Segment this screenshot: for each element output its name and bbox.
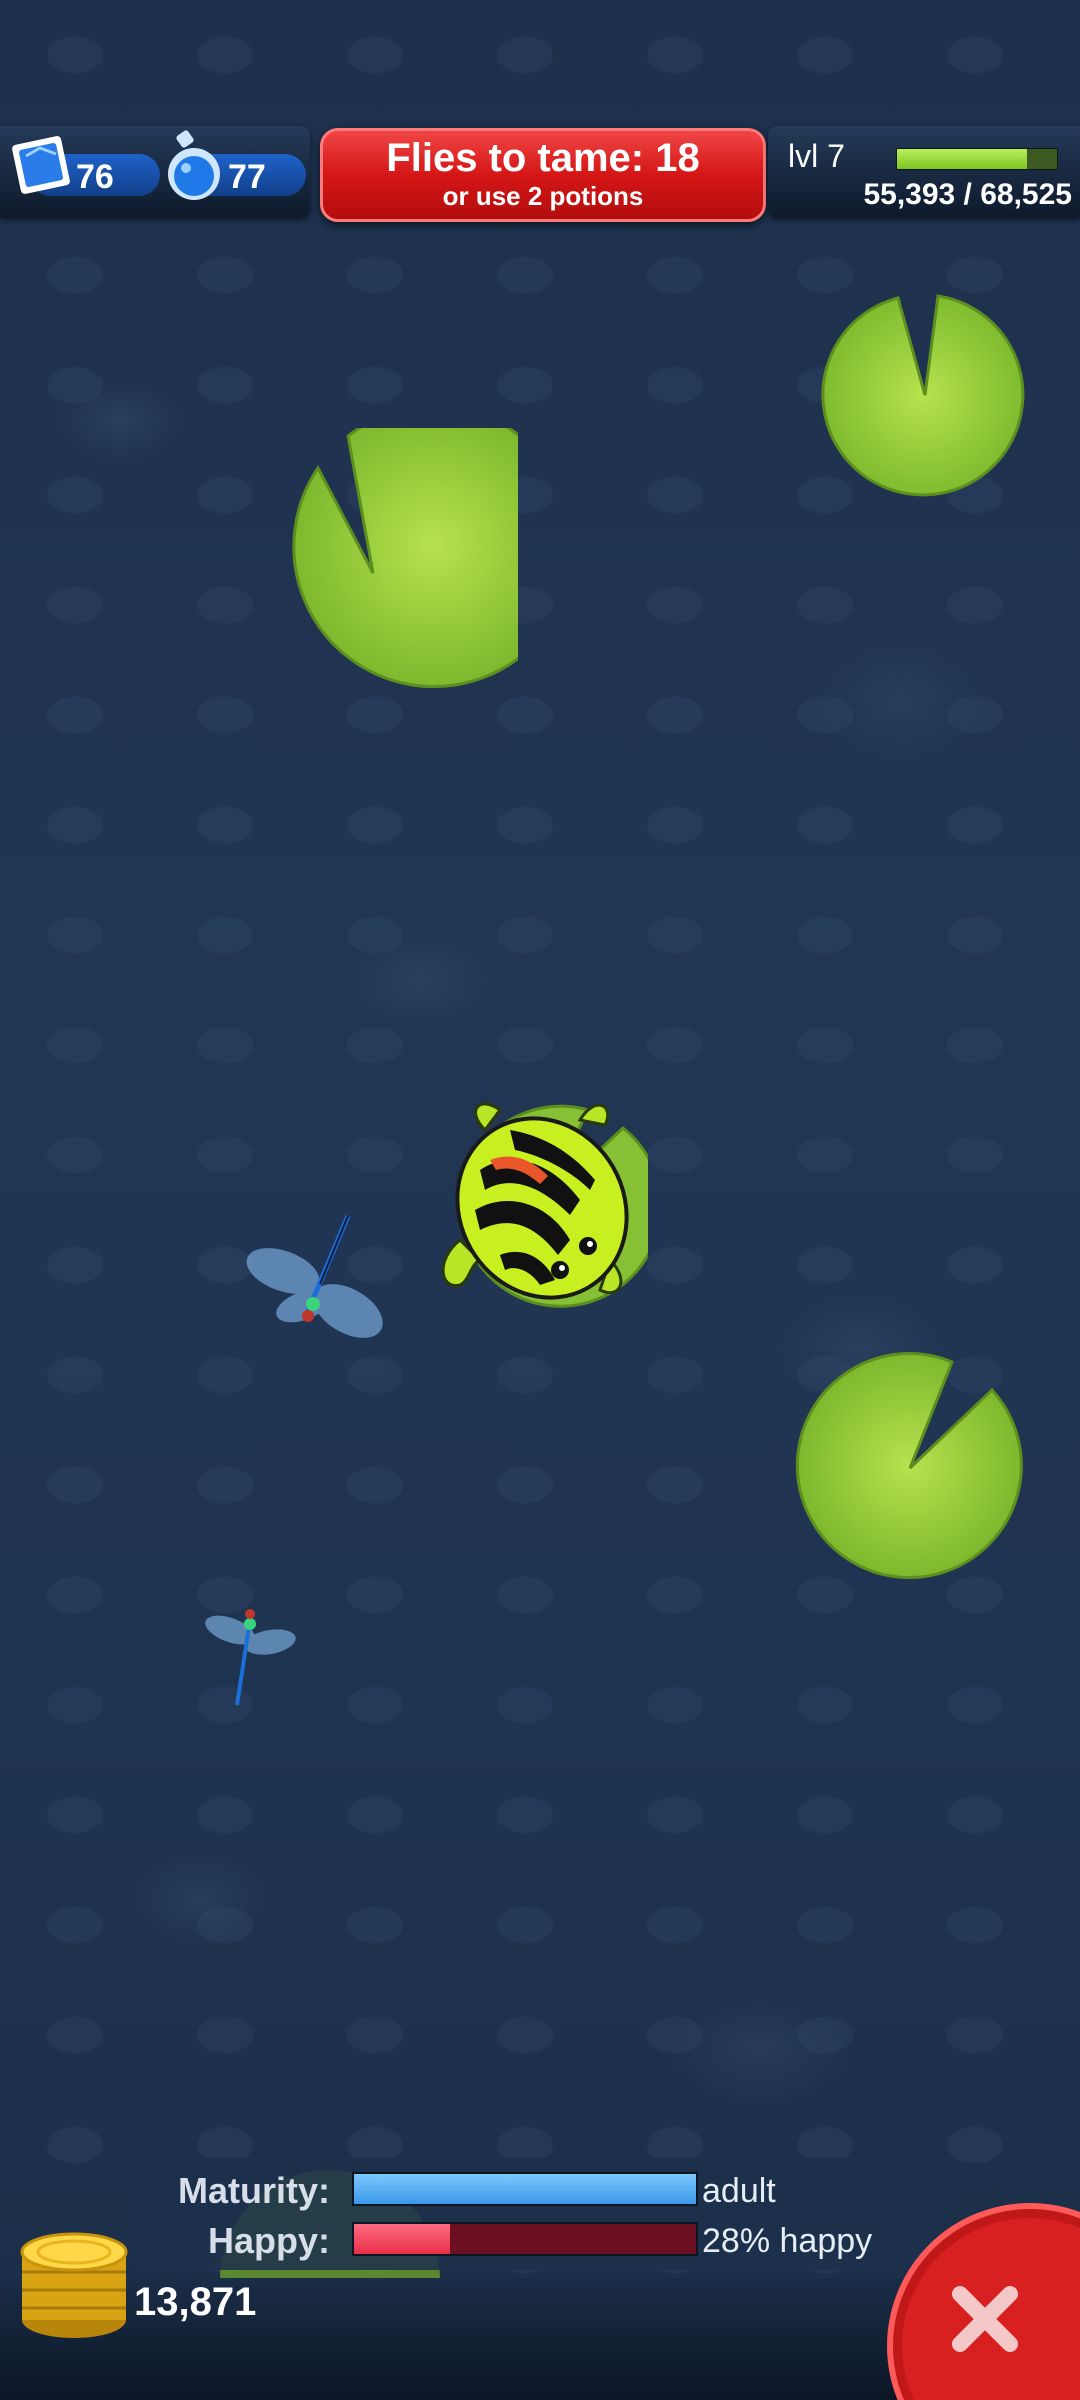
frog-stats-panel: Maturity: adult Happy: 28% happy: [130, 2158, 950, 2270]
level-panel: lvl 7 55,393 / 68,525: [768, 126, 1080, 218]
blue-potion-icon: [168, 130, 220, 200]
coin-count: 13,871: [134, 2280, 257, 2324]
happy-bar-fill: [354, 2224, 450, 2254]
currency-panel: 76 77: [0, 126, 310, 218]
dragonfly[interactable]: [228, 1196, 408, 1376]
level-label: lvl 7: [788, 138, 845, 174]
blue-gem-stamp-icon: [12, 136, 70, 194]
flies-to-tame-label: Flies to tame: 18: [386, 136, 700, 180]
maturity-bar-fill: [354, 2174, 696, 2204]
xp-text: 55,393 / 68,525: [863, 178, 1072, 211]
use-potions-label: or use 2 potions: [442, 181, 644, 211]
lily-pad[interactable]: [820, 290, 1030, 500]
happy-label: Happy:: [207, 2220, 330, 2261]
potions-count: 77: [228, 158, 266, 196]
flies-to-tame-button[interactable]: Flies to tame: 18 or use 2 potions: [320, 128, 766, 222]
maturity-bar: [352, 2172, 698, 2206]
maturity-label: Maturity:: [178, 2170, 330, 2211]
xp-progress-bar: [896, 148, 1058, 170]
gold-coin-stack-icon: [20, 2232, 128, 2338]
happy-value: 28% happy: [702, 2222, 873, 2260]
lily-pad[interactable]: [792, 1350, 1028, 1586]
maturity-value: adult: [702, 2172, 776, 2210]
dragonfly[interactable]: [192, 1590, 312, 1710]
happy-bar: [352, 2222, 698, 2256]
poison-dart-frog[interactable]: [430, 1090, 650, 1320]
xp-progress-fill: [897, 149, 1027, 169]
gems-count: 76: [76, 158, 114, 196]
close-x-icon: [887, 2203, 1080, 2400]
pond-game-screen[interactable]: 76 77 Flies to tame: 18 or use 2 potions…: [0, 0, 1080, 2400]
close-button[interactable]: [880, 2196, 1080, 2400]
lily-pad[interactable]: [228, 428, 518, 718]
